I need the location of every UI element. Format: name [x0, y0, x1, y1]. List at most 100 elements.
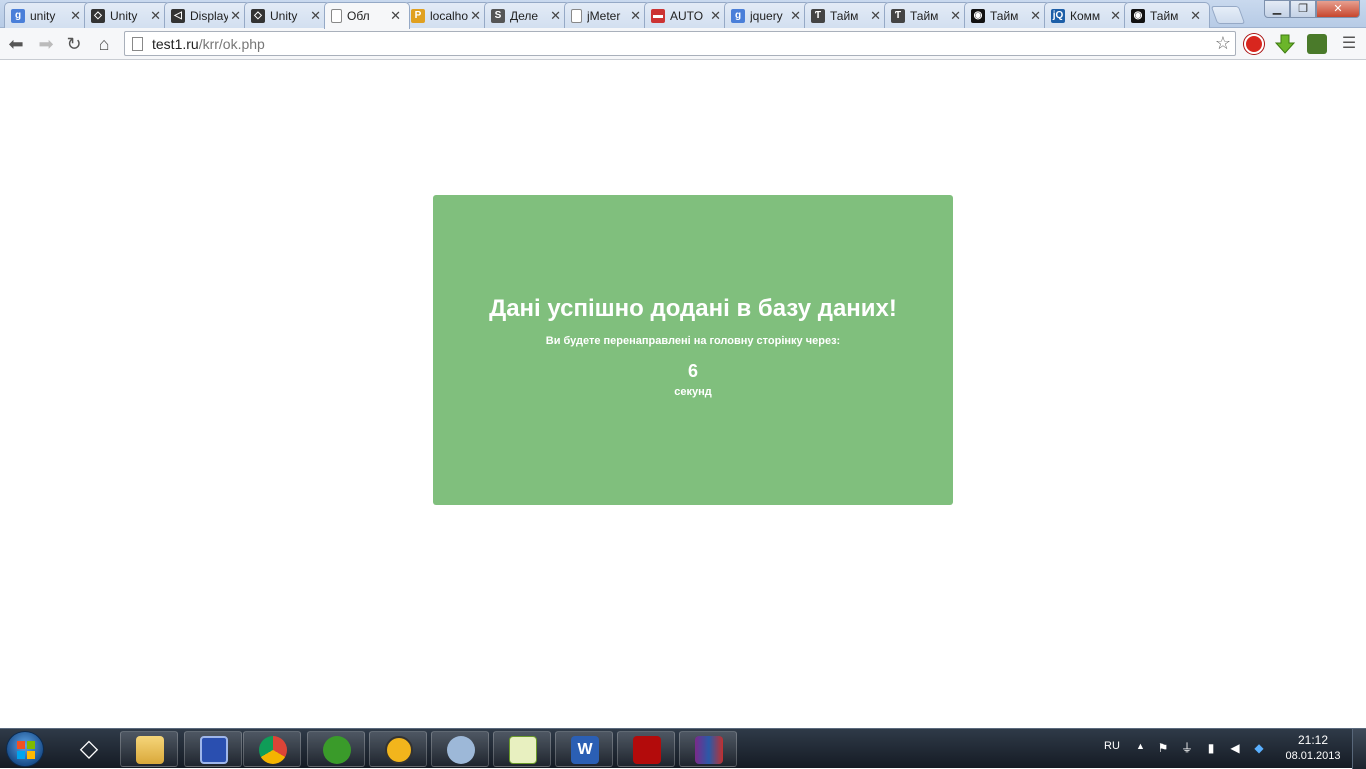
google-icon: g	[11, 8, 25, 23]
tab-close-icon[interactable]: ✕	[550, 8, 561, 24]
tab-title: jquery	[750, 8, 783, 23]
browser-tab[interactable]: ◉ Тайм ✕	[964, 2, 1050, 28]
network-signal-icon[interactable]: ▮	[1204, 741, 1218, 755]
browser-tab[interactable]: ◁ Display ✕	[164, 2, 250, 28]
browser-tab[interactable]: ◇ Unity ✕	[84, 2, 170, 28]
save-app-icon[interactable]	[184, 731, 242, 767]
unity-icon: ◇	[251, 8, 265, 23]
browser-tab-strip: g unity ✕ ◇ Unity ✕ ◁ Display ✕ ◇ Unity ✕ Обл ✕ Plocal…	[0, 0, 1366, 29]
mask-icon: ◉	[1131, 8, 1145, 23]
file-explorer-icon[interactable]	[120, 731, 178, 767]
unity-app-icon[interactable]: ◇	[60, 731, 118, 767]
browser-tab[interactable]: Plocalhost✕	[404, 2, 490, 28]
site-icon: Ƭ	[891, 8, 905, 23]
unity-icon: ◇	[91, 8, 105, 23]
tab-title: localhost	[430, 8, 468, 23]
tab-title: Unity	[110, 8, 138, 23]
browser-tab[interactable]: jMeter ✕	[564, 2, 650, 28]
word-icon[interactable]: W	[555, 731, 613, 767]
tab-close-icon[interactable]: ✕	[390, 8, 401, 24]
bookmark-star-icon[interactable]: ☆	[1215, 33, 1231, 54]
browser-tab[interactable]: Обл ✕	[324, 2, 410, 29]
minimize-button[interactable]: ▁	[1264, 0, 1290, 18]
show-desktop-button[interactable]	[1352, 729, 1366, 769]
tab-title: Unity	[270, 8, 298, 23]
tab-title: Тайм	[990, 8, 1019, 23]
unity-icon: ◁	[171, 8, 185, 23]
tab-close-icon[interactable]: ✕	[230, 8, 241, 24]
tab-title: Деле	[510, 8, 539, 23]
browser-tab[interactable]: ◉ Тайм ✕	[1124, 2, 1210, 28]
tab-title: Тайм	[910, 8, 939, 23]
show-hidden-icons-icon[interactable]: ▲	[1136, 741, 1145, 751]
browser-tab[interactable]: Ƭ Тайм ✕	[804, 2, 890, 28]
tab-close-icon[interactable]: ✕	[1190, 8, 1201, 24]
tab-close-icon[interactable]: ✕	[870, 8, 881, 24]
countdown-value: 6	[687, 361, 698, 381]
tab-title: AUTO	[670, 8, 704, 23]
winrar-icon[interactable]	[679, 731, 737, 767]
tab-close-icon[interactable]: ✕	[470, 8, 481, 24]
tab-close-icon[interactable]: ✕	[70, 8, 81, 24]
tab-title: Display	[190, 8, 228, 23]
maximize-button[interactable]: ❐	[1290, 0, 1316, 18]
extension-icon[interactable]	[1307, 34, 1327, 54]
success-message-box: Дані успішно додані в базу даних! Ви буд…	[433, 195, 953, 505]
tab-close-icon[interactable]: ✕	[1110, 8, 1121, 24]
site-icon: Ƭ	[811, 8, 825, 23]
action-center-flag-icon[interactable]: ⚑	[1156, 741, 1170, 755]
tab-close-icon[interactable]: ✕	[710, 8, 721, 24]
s-icon: S	[491, 8, 505, 23]
adblock-icon[interactable]	[1244, 34, 1264, 54]
url-path: /krr/ok.php	[198, 36, 265, 52]
acrobat-icon[interactable]	[617, 731, 675, 767]
reload-icon[interactable]: ↻	[62, 32, 86, 56]
power-plug-icon[interactable]: ⏚	[1180, 741, 1194, 755]
home-icon[interactable]: ⌂	[92, 32, 116, 56]
clock[interactable]: 21:12 08.01.2013	[1278, 733, 1348, 762]
redirect-notice: Ви будете перенаправлені на головну стор…	[545, 335, 841, 347]
page-icon	[331, 9, 342, 23]
tuneup-icon[interactable]	[431, 731, 489, 767]
browser-tab[interactable]: ▬ AUTO ✕	[644, 2, 730, 28]
download-icon[interactable]	[1274, 34, 1296, 54]
tab-close-icon[interactable]: ✕	[310, 8, 321, 24]
close-window-button[interactable]: ✕	[1316, 0, 1360, 18]
clock-date: 08.01.2013	[1285, 750, 1341, 762]
language-indicator[interactable]: RU	[1104, 740, 1120, 752]
tab-close-icon[interactable]: ✕	[950, 8, 961, 24]
address-bar[interactable]: test1.ru/krr/ok.php ☆	[124, 31, 1236, 56]
tab-title: Тайм	[1150, 8, 1179, 23]
notepad-plus-plus-icon[interactable]	[493, 731, 551, 767]
clock-time: 21:12	[1297, 733, 1329, 747]
browser-toolbar: ⬅ ➡ ↻ ⌂ test1.ru/krr/ok.php ☆ ☰	[0, 28, 1366, 60]
volume-icon[interactable]: ◀	[1228, 741, 1242, 755]
dropbox-icon[interactable]: ◆	[1252, 741, 1266, 755]
tab-close-icon[interactable]: ✕	[1030, 8, 1041, 24]
browser-tab[interactable]: g unity ✕	[4, 2, 90, 28]
forward-arrow-icon[interactable]: ➡	[34, 32, 58, 56]
countdown-unit: секунд	[674, 386, 712, 398]
menu-icon[interactable]: ☰	[1337, 32, 1361, 56]
new-tab-button[interactable]	[1210, 6, 1246, 24]
tab-close-icon[interactable]: ✕	[790, 8, 801, 24]
globe-app-icon[interactable]	[369, 731, 427, 767]
windows-logo-icon	[17, 741, 35, 759]
browser-tab[interactable]: ◇ Unity ✕	[244, 2, 330, 28]
tab-title: unity	[30, 8, 56, 23]
mask-icon: ◉	[971, 8, 985, 23]
browser-tab[interactable]: g jquery ✕	[724, 2, 810, 28]
browser-tab[interactable]: jQ Комм ✕	[1044, 2, 1130, 28]
browser-tab[interactable]: Ƭ Тайм ✕	[884, 2, 970, 28]
phpmyadmin-icon: P	[411, 8, 425, 23]
chrome-icon[interactable]	[243, 731, 301, 767]
back-arrow-icon[interactable]: ⬅	[4, 32, 28, 56]
utorrent-icon[interactable]	[307, 731, 365, 767]
browser-tab[interactable]: S Деле ✕	[484, 2, 570, 28]
car-icon: ▬	[651, 8, 665, 23]
tab-close-icon[interactable]: ✕	[630, 8, 641, 24]
start-button[interactable]	[6, 731, 44, 767]
url-text[interactable]: test1.ru/krr/ok.php	[152, 36, 265, 52]
page-viewport: Дані успішно додані в базу даних! Ви буд…	[0, 61, 1366, 728]
tab-close-icon[interactable]: ✕	[150, 8, 161, 24]
